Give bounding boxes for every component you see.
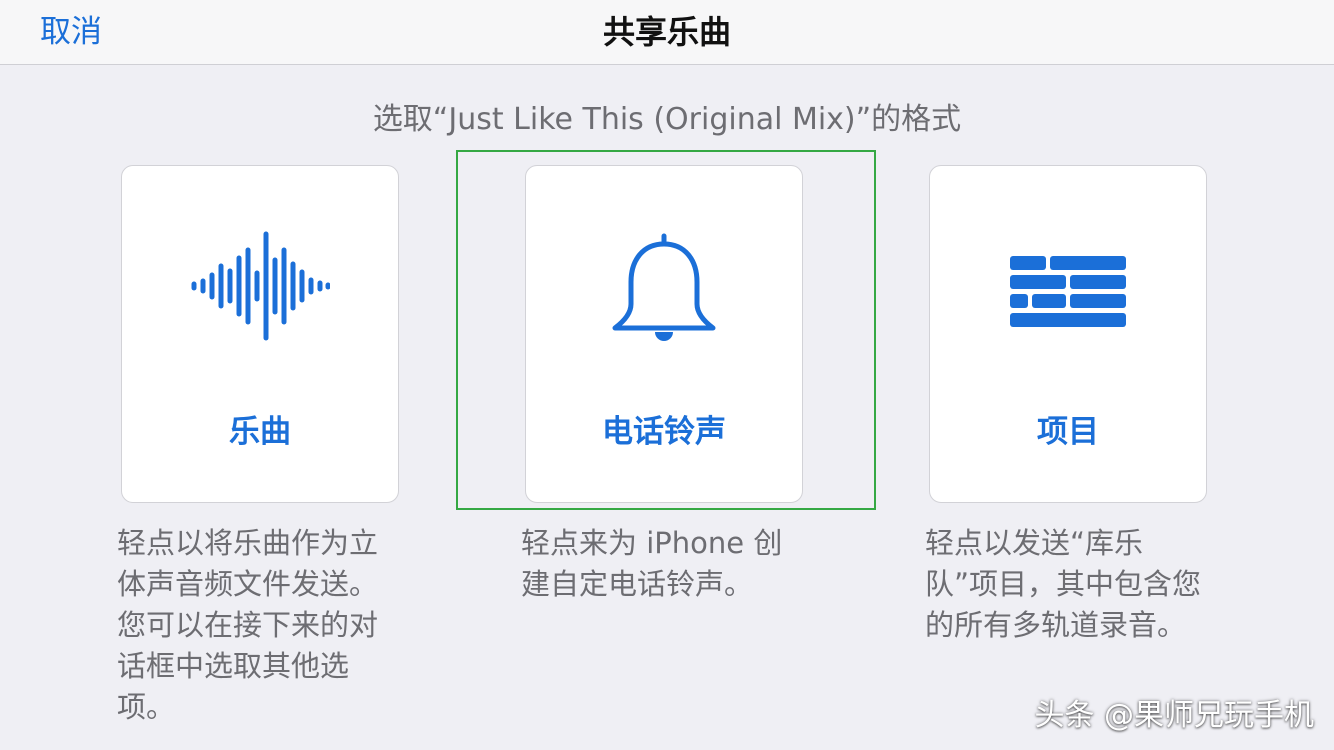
bell-icon — [612, 233, 716, 341]
navigation-bar: 取消 共享乐曲 — [0, 0, 1334, 65]
song-option-description: 轻点以将乐曲作为立体声音频文件发送。您可以在接下来的对话框中选取其他选项。 — [117, 526, 379, 724]
song-option-card[interactable]: 乐曲 — [121, 165, 399, 503]
song-option-label: 乐曲 — [229, 414, 291, 450]
format-prompt: 选取“Just Like This (Original Mix)”的格式 — [372, 102, 962, 137]
watermark: 头条 @果师兄玩手机 — [1034, 698, 1314, 733]
share-song-screen: 取消 共享乐曲 选取“Just Like This (Original Mix)… — [0, 0, 1334, 750]
brick-wall-icon — [1010, 256, 1126, 327]
project-option-description: 轻点以发送“库乐队”项目，其中包含您的所有多轨道录音。 — [925, 526, 1202, 642]
page-title: 共享乐曲 — [602, 13, 731, 51]
ringtone-option-description: 轻点来为 iPhone 创建自定电话铃声。 — [521, 526, 783, 601]
ringtone-option-label: 电话铃声 — [602, 414, 726, 450]
project-option-card[interactable]: 项目 — [929, 165, 1207, 503]
project-option-label: 项目 — [1037, 414, 1099, 450]
waveform-icon — [191, 231, 330, 341]
ringtone-option-card[interactable]: 电话铃声 — [525, 165, 803, 503]
